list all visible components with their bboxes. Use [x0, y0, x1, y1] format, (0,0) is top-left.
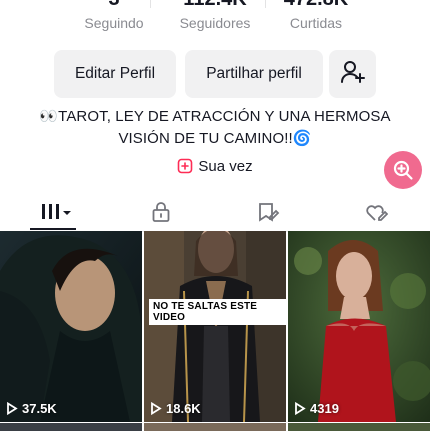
view-count-text: 18.6K [166, 401, 201, 416]
play-icon [150, 402, 166, 415]
video-thumbnail[interactable]: 37.5K [0, 231, 142, 422]
likes-count: 472.8K [256, 0, 376, 12]
view-count: 37.5K [6, 401, 57, 416]
video-grid: 37.5K NO TE SALTAS ESTE VIDEO 18.6K 4319 [0, 231, 430, 431]
tab-private[interactable] [140, 193, 182, 231]
likes-label: Curtidas [289, 15, 343, 31]
video-thumbnail-image [0, 231, 142, 422]
view-count: 4319 [294, 401, 339, 416]
edit-profile-label: Editar Perfil [74, 65, 156, 82]
likes-stat[interactable]: 472.8K Curtidas [256, 0, 376, 31]
tab-liked[interactable] [354, 193, 398, 231]
view-count-text: 37.5K [22, 401, 57, 416]
profile-stats: 3 Seguindo 112.4K Seguidores 472.8K Curt… [0, 0, 430, 42]
tab-videos[interactable] [30, 193, 82, 231]
video-thumbnail[interactable]: 4319 [288, 231, 430, 422]
grid-icon [40, 202, 72, 222]
tab-favorites[interactable] [246, 193, 290, 231]
edit-profile-button[interactable]: Editar Perfil [54, 50, 176, 98]
profile-bio: 👀TAROT, LEY DE ATRACCIÓN Y UNA HERMOSA V… [20, 106, 410, 150]
share-profile-label: Partilhar perfil [206, 65, 302, 82]
play-icon [294, 402, 310, 415]
plus-square-icon [177, 158, 193, 174]
active-tab-indicator [30, 228, 76, 230]
play-icon [6, 402, 22, 415]
profile-tabs [0, 193, 430, 232]
bookmark-icon [256, 201, 280, 223]
video-caption: NO TE SALTAS ESTE VIDEO [149, 299, 286, 325]
profile-link[interactable]: Sua vez [0, 155, 430, 177]
add-friend-button[interactable] [329, 50, 376, 98]
view-count-text: 4319 [310, 401, 339, 416]
video-thumbnail[interactable]: NO TE SALTAS ESTE VIDEO 18.6K [144, 231, 286, 422]
bio-line-2: VISIÓN DE TU CAMINO!!🌀 [118, 130, 312, 147]
person-plus-icon [340, 59, 366, 90]
liked-heart-icon [364, 201, 388, 223]
stat-divider [150, 0, 151, 8]
zoom-button[interactable] [384, 151, 422, 189]
video-thumbnail-image [144, 231, 286, 422]
zoom-in-icon [392, 159, 414, 181]
lock-icon [151, 201, 171, 223]
share-profile-button[interactable]: Partilhar perfil [185, 50, 323, 98]
profile-link-label: Sua vez [198, 157, 253, 175]
bio-line-1: 👀TAROT, LEY DE ATRACCIÓN Y UNA HERMOSA [39, 108, 391, 125]
view-count: 18.6K [150, 401, 201, 416]
video-thumbnail-image [288, 231, 430, 422]
